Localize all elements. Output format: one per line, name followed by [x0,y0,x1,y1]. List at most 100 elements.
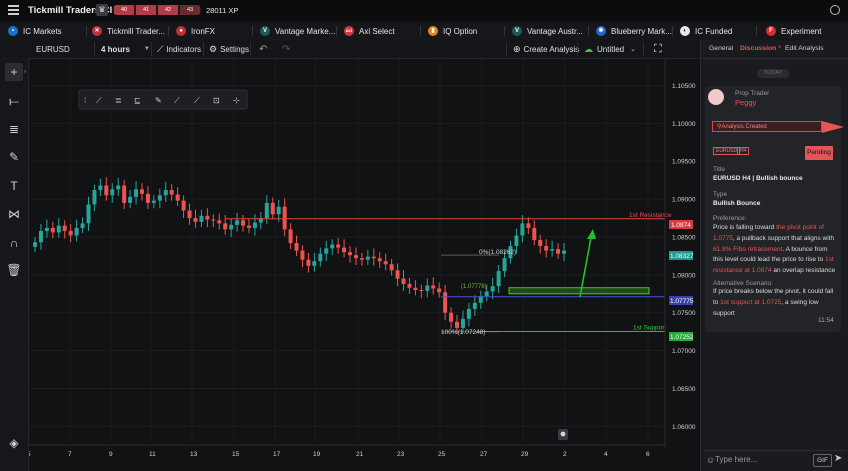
magnet-icon[interactable]: ∩ [5,234,23,252]
expand-tools-icon[interactable]: › [24,69,26,75]
indicators-label: Indicators [166,44,201,54]
candle-body [199,215,204,222]
support-label: 1st Support [633,325,666,332]
interval-selector[interactable]: 4 hours ▼ [101,40,150,58]
trend-line-icon[interactable]: ⟋ [96,96,102,105]
tab-label: IC Markets [23,26,62,36]
x-tick-label: 7 [68,451,72,458]
candle-body [449,312,454,322]
fib-tool-icon[interactable]: ⊑ [134,96,141,105]
tab-blueberry-markets[interactable]: ✱ Blueberry Mark... [596,22,672,40]
candle-body [223,223,228,230]
price-tag-text: 1.07252 [670,334,694,341]
tab-vantage-australia[interactable]: V Vantage Austr... [512,22,583,40]
fullscreen-icon[interactable]: ⛶ [654,40,662,58]
parallel-channel-icon[interactable]: ≣ [5,120,23,138]
channel-icon[interactable]: ≣ [115,96,122,105]
trash-icon[interactable]: 🗑 [5,261,23,279]
tab-ic-funded[interactable]: ◐ IC Funded [680,22,732,40]
redo-icon[interactable]: ↷ [282,40,290,58]
candle-body [50,227,55,233]
smile-icon[interactable]: ☺ [706,455,715,465]
iq-option-icon: ▮ [428,26,438,36]
candle-body [193,218,198,222]
layers-icon[interactable]: ◈ [5,434,23,452]
create-analysis-button[interactable]: ⊕ Create Analysis [513,40,579,58]
pattern-tool-icon[interactable]: ⋈ [5,205,23,223]
x-tick-label: 9 [109,451,113,458]
horizontal-line-icon[interactable]: ⟝ [5,92,23,110]
candle-body [122,185,127,203]
tab-label: Blueberry Mark... [611,26,672,36]
support-zone[interactable] [508,287,650,295]
candle-body [407,283,412,288]
candle-body [264,202,269,219]
close-icon[interactable]: × [778,45,782,51]
user-name[interactable]: Peggy [735,98,756,107]
layout-selector[interactable]: ☁ Untitled ⌄ [584,40,636,58]
candle-body [550,249,555,251]
price-chart[interactable]: 0%(1.08262) 1st Resistance (1.07776) 1st… [29,59,697,463]
menu-icon[interactable] [8,5,19,16]
tab-edit-analysis[interactable]: Edit Analysis [785,40,824,58]
alternative-text: If price breaks below the pivot, it coul… [713,288,834,317]
y-tick-label: 1.06000 [672,424,696,431]
y-tick-label: 1.09500 [672,159,696,166]
message-input[interactable]: Type here... [715,455,821,469]
rectangle-icon[interactable]: ⊡ [213,96,220,105]
x-tick-label: 29 [521,451,529,458]
x-tick-label: 25 [438,451,446,458]
candle-body [324,248,329,254]
avatar[interactable] [708,89,724,105]
candle-body [371,256,376,259]
send-icon[interactable]: ➤ [834,453,842,464]
drag-handle-icon[interactable]: ⁞ [84,96,86,105]
brush-icon[interactable]: ✎ [5,148,23,166]
tab-general[interactable]: General [709,40,733,58]
brush-icon[interactable]: ⟋ [194,96,200,105]
preference-label: Preference: [713,215,747,222]
candle-body [425,285,430,291]
settings-button[interactable]: ⚙ Settings [209,40,249,58]
tab-discussion[interactable]: Discussion [740,40,777,59]
gif-button[interactable]: GIF [813,454,832,467]
candle-body [437,288,442,293]
indicators-button[interactable]: ⟋ Indicators [157,40,201,58]
candle-body [389,264,394,271]
candle-body [532,227,537,241]
candle-body [383,261,388,265]
candle-body [211,219,216,221]
tab-iq-option[interactable]: ▮ IQ Option [428,22,477,40]
tab-vantage-markets[interactable]: V Vantage Marke... [260,22,335,40]
x-tick-label: 23 [397,451,405,458]
candle-body [62,225,67,231]
crosshair-icon[interactable]: + [5,63,23,81]
text-tool-icon[interactable]: T [5,177,23,195]
tab-axi-select[interactable]: axi Axi Select [344,22,395,40]
y-tick-label: 1.07000 [672,348,696,355]
tab-label: Vantage Marke... [275,26,336,36]
undo-icon[interactable]: ↶ [259,40,267,58]
drawing-tools-sidebar: + › ⟝ ≣ ✎ T ⋈ ∩ 🗑 ◈ [0,58,29,471]
tab-ironfx[interactable]: ● IronFX [176,22,215,40]
rank-badge-icon: ♛ [96,4,108,16]
chevron-down-icon: ▼ [143,46,150,52]
message-time: 11:54 [818,317,834,324]
tab-label: IQ Option [443,26,478,36]
globe-icon[interactable] [830,5,840,15]
fib-top-label: 0%(1.08262) [479,249,516,256]
create-analysis-label: Create Analysis [523,44,580,54]
candle-body [353,255,358,259]
pen-icon[interactable]: ✎ [155,96,162,105]
alternative-label: Alternative Scenario: [713,280,773,287]
crosshair-icon[interactable]: ⊹ [233,96,240,105]
tab-tickmill[interactable]: ✕ Tickmill Trader... [92,22,165,40]
tab-ic-markets[interactable]: • IC Markets [8,22,62,40]
tab-experiment[interactable]: F Experiment [766,22,821,40]
axi-icon: axi [344,26,354,36]
experiment-icon: F [766,26,776,36]
symbol-selector[interactable]: EURUSD [36,40,70,58]
candle-body [336,244,341,248]
ray-icon[interactable]: ⟋ [174,96,180,105]
candle-body [484,291,489,297]
